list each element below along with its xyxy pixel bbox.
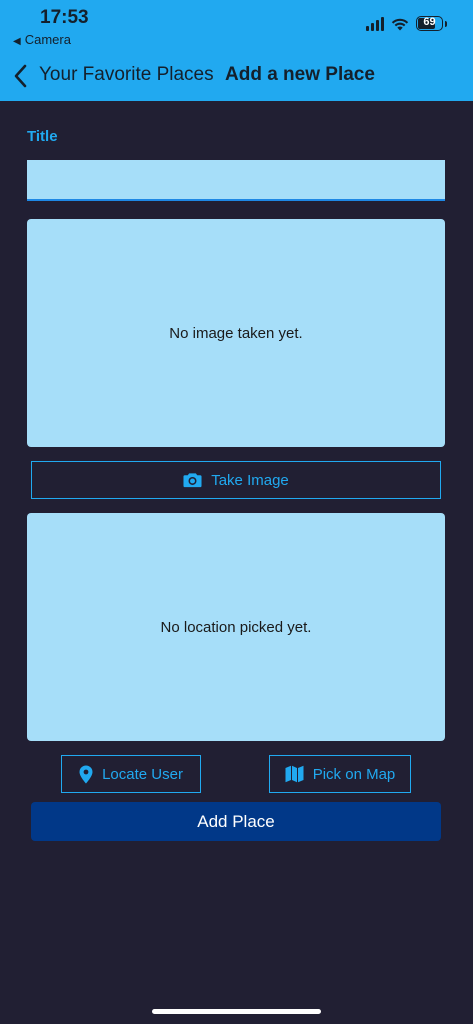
image-placeholder-text: No image taken yet. [169, 324, 303, 342]
location-placeholder-text: No location picked yet. [160, 618, 312, 636]
page-title: Add a new Place [225, 64, 375, 85]
map-icon [285, 765, 304, 783]
battery-level: 69 [423, 16, 436, 28]
title-field-label: Title [27, 128, 58, 145]
title-input[interactable] [27, 160, 445, 201]
battery-icon: 69 [416, 16, 443, 31]
app-bar: 17:53 ◀ Camera 69 Your Favorite Places Ad… [0, 0, 473, 101]
locate-user-label: Locate User [102, 765, 183, 783]
pick-on-map-label: Pick on Map [312, 765, 396, 783]
take-image-label: Take Image [211, 471, 289, 489]
image-preview: No image taken yet. [27, 219, 445, 447]
wifi-icon [391, 18, 409, 30]
location-pin-icon [79, 765, 93, 783]
locate-user-button[interactable]: Locate User [61, 755, 201, 793]
status-back-to-app[interactable]: ◀ Camera [13, 32, 71, 47]
nav-back-label[interactable]: Your Favorite Places [39, 64, 214, 86]
status-back-label: Camera [24, 32, 71, 47]
signal-icon [366, 16, 384, 31]
camera-icon [183, 473, 202, 488]
chevron-left-icon[interactable] [11, 63, 31, 89]
location-preview: No location picked yet. [27, 513, 445, 741]
pick-on-map-button[interactable]: Pick on Map [269, 755, 411, 793]
back-triangle-icon: ◀ [13, 36, 21, 47]
home-indicator[interactable] [152, 1009, 321, 1014]
add-place-button[interactable]: Add Place [31, 802, 441, 841]
status-icons: 69 [366, 16, 447, 31]
take-image-button[interactable]: Take Image [31, 461, 441, 499]
status-time: 17:53 [40, 7, 89, 28]
